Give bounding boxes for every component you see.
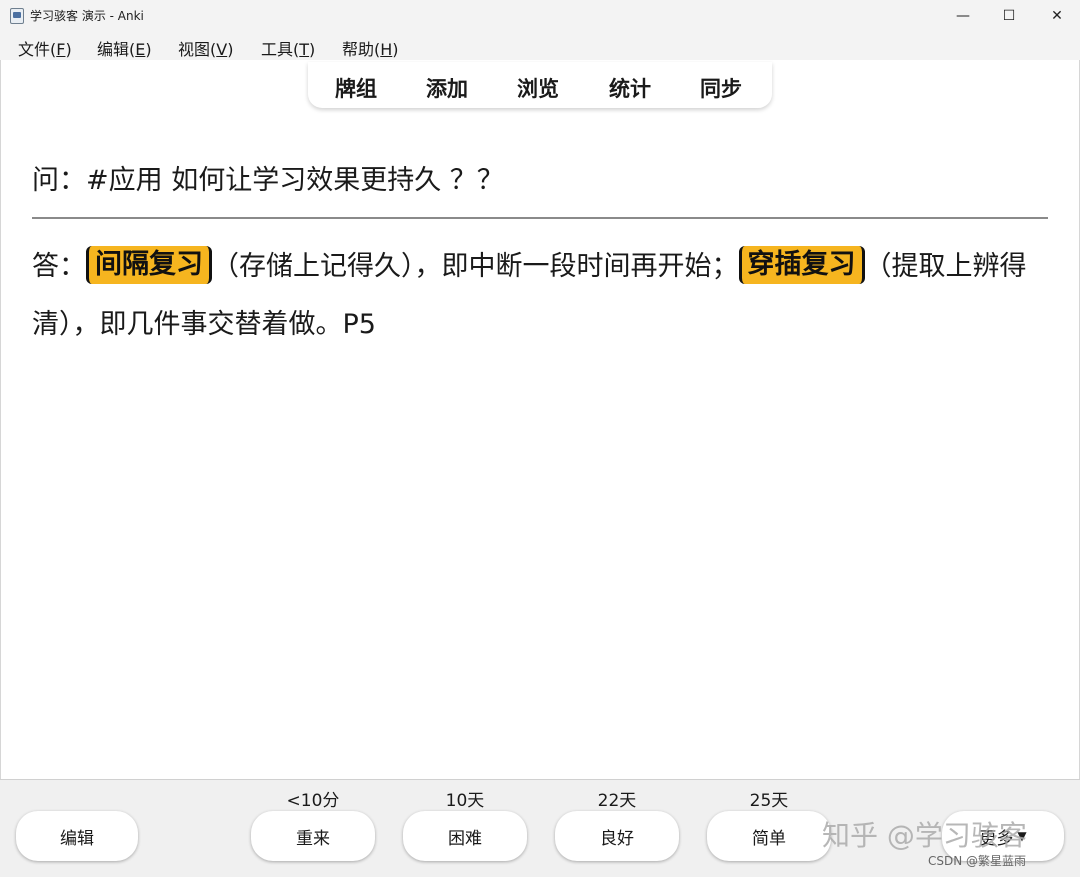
minimize-icon: — <box>956 8 970 24</box>
again-interval: <10分 <box>286 791 340 811</box>
toolbar-add-link[interactable]: 添加 <box>426 73 468 103</box>
again-button[interactable]: 重来 <box>251 811 375 861</box>
card-answer: 答： 间隔复习 （存储上记得久），即中断一段时间再开始； 穿插复习 （提取上辨得清），即… <box>32 238 1052 354</box>
hard-interval: 10天 <box>445 791 485 811</box>
window-title: 学习骇客 演示 - Anki <box>30 9 144 23</box>
answer-prefix: 答： <box>32 251 86 282</box>
menu-help[interactable]: 帮助(H) <box>342 36 399 60</box>
anki-app-icon <box>10 8 24 24</box>
hard-button[interactable]: 困难 <box>403 811 527 861</box>
zhihu-watermark: 知乎 @学习骇客 <box>822 819 1027 852</box>
easy-interval: 25天 <box>749 791 789 811</box>
question-answer-divider <box>32 217 1048 219</box>
toolbar-sync-link[interactable]: 同步 <box>700 73 742 103</box>
close-button[interactable]: ✕ <box>1034 0 1080 32</box>
menu-tools[interactable]: 工具(T) <box>261 36 315 60</box>
menu-view[interactable]: 视图(V) <box>178 36 233 60</box>
close-icon: ✕ <box>1051 8 1063 24</box>
menu-file[interactable]: 文件(F) <box>18 36 72 60</box>
highlight-spaced-repetition: 间隔复习 <box>86 245 212 284</box>
answer-text-1: （存储上记得久），即中断一段时间再开始； <box>212 251 739 282</box>
title-bar: 学习骇客 演示 - Anki <box>0 0 1080 32</box>
toolbar-stats-link[interactable]: 统计 <box>609 73 651 103</box>
edit-button[interactable]: 编辑 <box>16 811 138 861</box>
menu-bar <box>0 32 1080 60</box>
good-button[interactable]: 良好 <box>555 811 679 861</box>
easy-button[interactable]: 简单 <box>707 811 831 861</box>
maximize-icon: ☐ <box>1002 8 1016 24</box>
maximize-button[interactable]: ☐ <box>986 0 1032 32</box>
minimize-button[interactable]: — <box>940 0 986 32</box>
csdn-watermark: CSDN @繁星蓝雨 <box>928 854 1027 868</box>
menu-edit[interactable]: 编辑(E) <box>97 36 152 60</box>
highlight-interleaved-practice: 穿插复习 <box>738 245 865 284</box>
toolbar-decks-link[interactable]: 牌组 <box>335 73 377 103</box>
good-interval: 22天 <box>597 791 637 811</box>
toolbar-browse-link[interactable]: 浏览 <box>517 73 559 103</box>
card-question: 问：#应用 如何让学习效果更持久 ？？ <box>32 165 504 196</box>
